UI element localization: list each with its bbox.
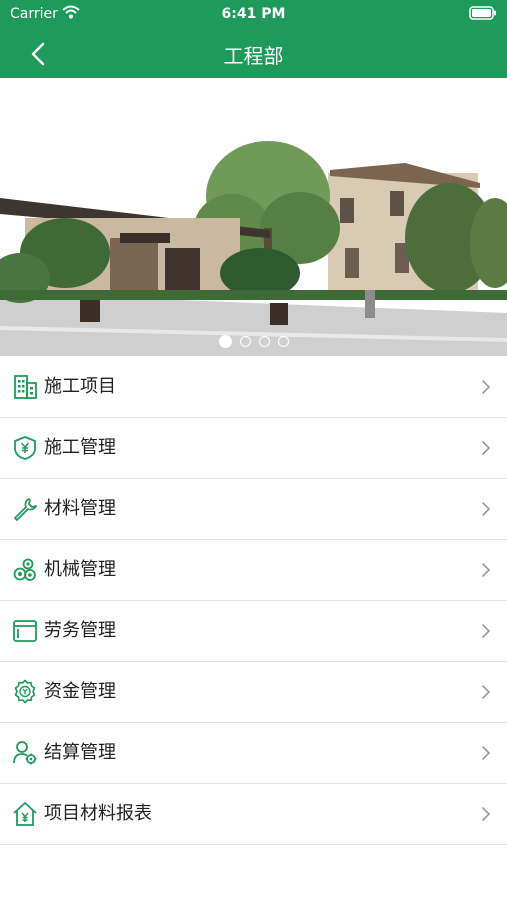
menu-item-project-materials-report[interactable]: 项目材料报表 bbox=[0, 784, 507, 845]
carousel-dot-2[interactable] bbox=[239, 336, 251, 347]
banner-carousel[interactable] bbox=[0, 78, 507, 356]
menu-item-construction-projects[interactable]: 施工项目 bbox=[0, 357, 507, 418]
money-gear-icon bbox=[14, 679, 36, 704]
house-yen-icon bbox=[13, 802, 37, 826]
card-icon bbox=[13, 620, 37, 642]
menu-item-label: 施工项目 bbox=[44, 376, 116, 397]
carousel-dot-3[interactable] bbox=[258, 336, 270, 347]
person-gear-icon bbox=[13, 741, 37, 765]
menu-item-label: 项目材料报表 bbox=[44, 803, 152, 824]
menu-item-funds-management[interactable]: 资金管理 bbox=[0, 662, 507, 723]
chevron-right-icon bbox=[482, 502, 491, 516]
carousel-dot-4[interactable] bbox=[277, 336, 289, 347]
building-icon bbox=[14, 375, 37, 399]
menu-item-label: 结算管理 bbox=[44, 742, 116, 763]
shield-yen-icon bbox=[14, 436, 36, 460]
menu-item-label: 施工管理 bbox=[44, 437, 116, 458]
carousel-dot-1[interactable] bbox=[218, 335, 232, 348]
chevron-right-icon bbox=[482, 685, 491, 699]
navbar: 工程部 bbox=[0, 30, 507, 78]
status-time: 6:41 PM bbox=[221, 6, 286, 22]
chevron-right-icon bbox=[482, 563, 491, 577]
menu-item-label: 材料管理 bbox=[44, 498, 116, 519]
menu-item-labor-management[interactable]: 劳务管理 bbox=[0, 601, 507, 662]
chevron-right-icon bbox=[482, 746, 491, 760]
app-header: Carrier 6:41 PM 工程部 bbox=[0, 0, 507, 78]
carousel-indicator bbox=[0, 331, 507, 350]
battery-icon bbox=[469, 6, 497, 24]
menu-item-machinery-management[interactable]: 机械管理 bbox=[0, 540, 507, 601]
wrench-icon bbox=[14, 498, 37, 521]
menu-item-materials-management[interactable]: 材料管理 bbox=[0, 479, 507, 540]
menu-list: 施工项目 施工管理 材料管理 机械管理 劳务管理 资金管理 结算管理 项目材料报… bbox=[0, 357, 507, 845]
chevron-right-icon bbox=[482, 807, 491, 821]
chevron-right-icon bbox=[482, 441, 491, 455]
menu-item-label: 劳务管理 bbox=[44, 620, 116, 641]
menu-item-label: 机械管理 bbox=[44, 559, 116, 580]
menu-item-construction-management[interactable]: 施工管理 bbox=[0, 418, 507, 479]
gears-icon bbox=[13, 558, 36, 581]
chevron-right-icon bbox=[482, 380, 491, 394]
banner-image bbox=[0, 78, 507, 356]
page-title: 工程部 bbox=[223, 44, 284, 68]
menu-item-settlement-management[interactable]: 结算管理 bbox=[0, 723, 507, 784]
chevron-right-icon bbox=[482, 624, 491, 638]
menu-item-label: 资金管理 bbox=[44, 681, 116, 702]
status-bar: Carrier 6:41 PM bbox=[0, 0, 507, 30]
